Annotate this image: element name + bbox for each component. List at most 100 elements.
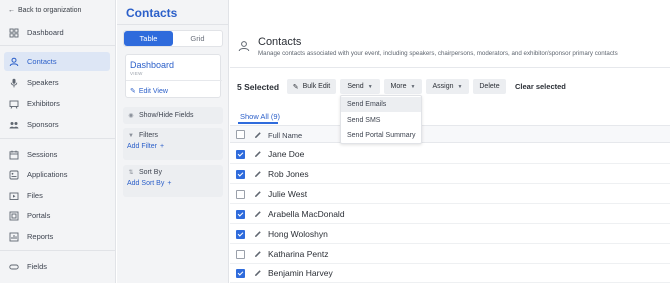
tab-indicator	[238, 122, 278, 124]
row-checkbox[interactable]	[236, 190, 245, 199]
assign-button[interactable]: Assign ▼	[426, 79, 469, 94]
table-view-button[interactable]: Table	[124, 31, 173, 46]
sidebar-item-fields[interactable]: Fields	[4, 257, 110, 276]
edit-view-link[interactable]: ✎ Edit View	[130, 87, 168, 96]
sidebar-item-sessions[interactable]: Sessions	[4, 145, 110, 164]
plus-icon: +	[167, 180, 172, 187]
sidebar-item-label: Applications	[27, 170, 68, 179]
sidebar-item-speakers[interactable]: Speakers	[4, 73, 110, 92]
sidebar-item-label: Speakers	[27, 78, 59, 87]
application-icon	[9, 170, 19, 180]
sidebar-item-label: Portals	[27, 211, 51, 220]
more-label: More	[390, 83, 407, 90]
row-checkbox[interactable]	[236, 269, 245, 278]
sidebar-item-exhibitors[interactable]: Exhibitors	[4, 94, 110, 113]
back-to-organization-link[interactable]: ← Back to organization	[8, 7, 81, 14]
sidebar: ← Back to organization Dashboard Contact…	[0, 0, 116, 283]
delete-label: Delete	[479, 83, 500, 90]
sidebar-item-label: Sessions	[27, 150, 58, 159]
file-icon	[9, 191, 19, 201]
current-view-card[interactable]: Dashboard VIEW ✎ Edit View	[125, 54, 222, 98]
show-hide-label: Show/Hide Fields	[139, 112, 194, 119]
select-all-checkbox[interactable]	[236, 130, 245, 139]
assign-label: Assign	[432, 83, 454, 90]
sidebar-item-contacts[interactable]: Contacts	[4, 52, 110, 71]
sort-panel: ⇅ Sort By Add Sort By +	[123, 165, 223, 197]
contact-name: Benjamin Harvey	[268, 268, 333, 278]
view-toggle: Table Grid	[123, 30, 223, 47]
send-button[interactable]: Send ▼	[340, 79, 380, 94]
table-row[interactable]: Julie West	[230, 184, 670, 204]
pencil-icon[interactable]	[254, 250, 262, 258]
table-row[interactable]: Jane Doe	[230, 144, 670, 164]
add-sort-button[interactable]: Add Sort By +	[123, 180, 223, 187]
table-header: Full Name	[230, 125, 670, 143]
sidebar-item-sponsors[interactable]: Sponsors	[4, 115, 110, 134]
pencil-icon[interactable]	[254, 170, 262, 178]
bulk-edit-button[interactable]: ✎ Bulk Edit	[287, 79, 336, 94]
filters-panel: ▼ Filters Add Filter +	[123, 128, 223, 160]
pencil-icon: ✎	[292, 83, 299, 91]
main-content: Contacts Manage contacts associated with…	[230, 0, 670, 283]
chevron-down-icon: ▼	[457, 83, 463, 90]
section-subtitle: Manage contacts associated with your eve…	[258, 50, 618, 57]
send-dropdown-menu: Send Emails Send SMS Send Portal Summary	[340, 95, 422, 144]
table-row[interactable]: Rob Jones	[230, 164, 670, 184]
sidebar-item-label: Exhibitors	[27, 99, 60, 108]
sidebar-item-files[interactable]: Files	[4, 186, 110, 205]
row-checkbox[interactable]	[236, 210, 245, 219]
table-row[interactable]: Benjamin Harvey	[230, 263, 670, 283]
pencil-icon: ✎	[130, 88, 136, 95]
sort-label: Sort By	[139, 169, 162, 176]
sidebar-item-label: Contacts	[27, 57, 57, 66]
pencil-icon	[255, 132, 261, 138]
sidebar-item-label: Reports	[27, 232, 54, 241]
sidebar-item-applications[interactable]: Applications	[4, 165, 110, 184]
row-checkbox[interactable]	[236, 170, 245, 179]
plus-icon: +	[159, 143, 165, 150]
table-row[interactable]: Katharina Pentz	[230, 244, 670, 264]
page-title: Contacts	[126, 6, 178, 20]
pencil-icon[interactable]	[254, 150, 262, 158]
add-filter-label: Add Filter	[127, 143, 157, 150]
more-button[interactable]: More ▼	[384, 79, 422, 94]
pencil-icon[interactable]	[254, 230, 262, 238]
grid-icon	[9, 28, 19, 38]
sidebar-item-reports[interactable]: Reports	[4, 227, 110, 246]
sidebar-item-portals[interactable]: Portals	[4, 206, 110, 225]
back-label: Back to organization	[18, 7, 82, 14]
divider	[0, 45, 116, 46]
menu-item-send-emails[interactable]: Send Emails	[341, 97, 421, 112]
exhibitor-icon	[9, 99, 19, 109]
contact-name: Rob Jones	[268, 169, 309, 179]
sidebar-item-label: Fields	[27, 262, 48, 271]
views-panel: Contacts Table Grid Dashboard VIEW ✎ Edi…	[117, 0, 229, 283]
pencil-icon[interactable]	[254, 210, 262, 218]
row-checkbox[interactable]	[236, 250, 245, 259]
chevron-down-icon: ▼	[410, 83, 416, 90]
contact-name: Arabella MacDonald	[268, 209, 345, 219]
view-subtitle: VIEW	[130, 71, 143, 76]
grid-view-button[interactable]: Grid	[173, 31, 222, 46]
microphone-icon	[9, 78, 19, 88]
column-header-full-name[interactable]: Full Name	[268, 131, 302, 140]
show-hide-fields-button[interactable]: ◉ Show/Hide Fields	[123, 107, 223, 124]
menu-item-send-portal-summary[interactable]: Send Portal Summary	[341, 128, 421, 143]
clear-selected-button[interactable]: Clear selected	[515, 82, 566, 91]
sidebar-item-dashboard[interactable]: Dashboard	[4, 23, 110, 42]
tab-show-all[interactable]: Show All (9)	[240, 112, 280, 121]
pencil-icon[interactable]	[254, 269, 262, 277]
contact-name: Julie West	[268, 189, 308, 199]
menu-item-send-sms[interactable]: Send SMS	[341, 113, 421, 128]
row-checkbox[interactable]	[236, 230, 245, 239]
person-icon	[9, 57, 19, 67]
person-icon	[238, 41, 250, 52]
table-row[interactable]: Arabella MacDonald	[230, 204, 670, 224]
delete-button[interactable]: Delete	[473, 79, 506, 94]
edit-view-label: Edit View	[138, 87, 168, 95]
chevron-down-icon: ▼	[367, 83, 373, 90]
add-filter-button[interactable]: Add Filter +	[123, 143, 223, 150]
row-checkbox[interactable]	[236, 150, 245, 159]
table-row[interactable]: Hong Woloshyn	[230, 224, 670, 244]
pencil-icon[interactable]	[254, 190, 262, 198]
